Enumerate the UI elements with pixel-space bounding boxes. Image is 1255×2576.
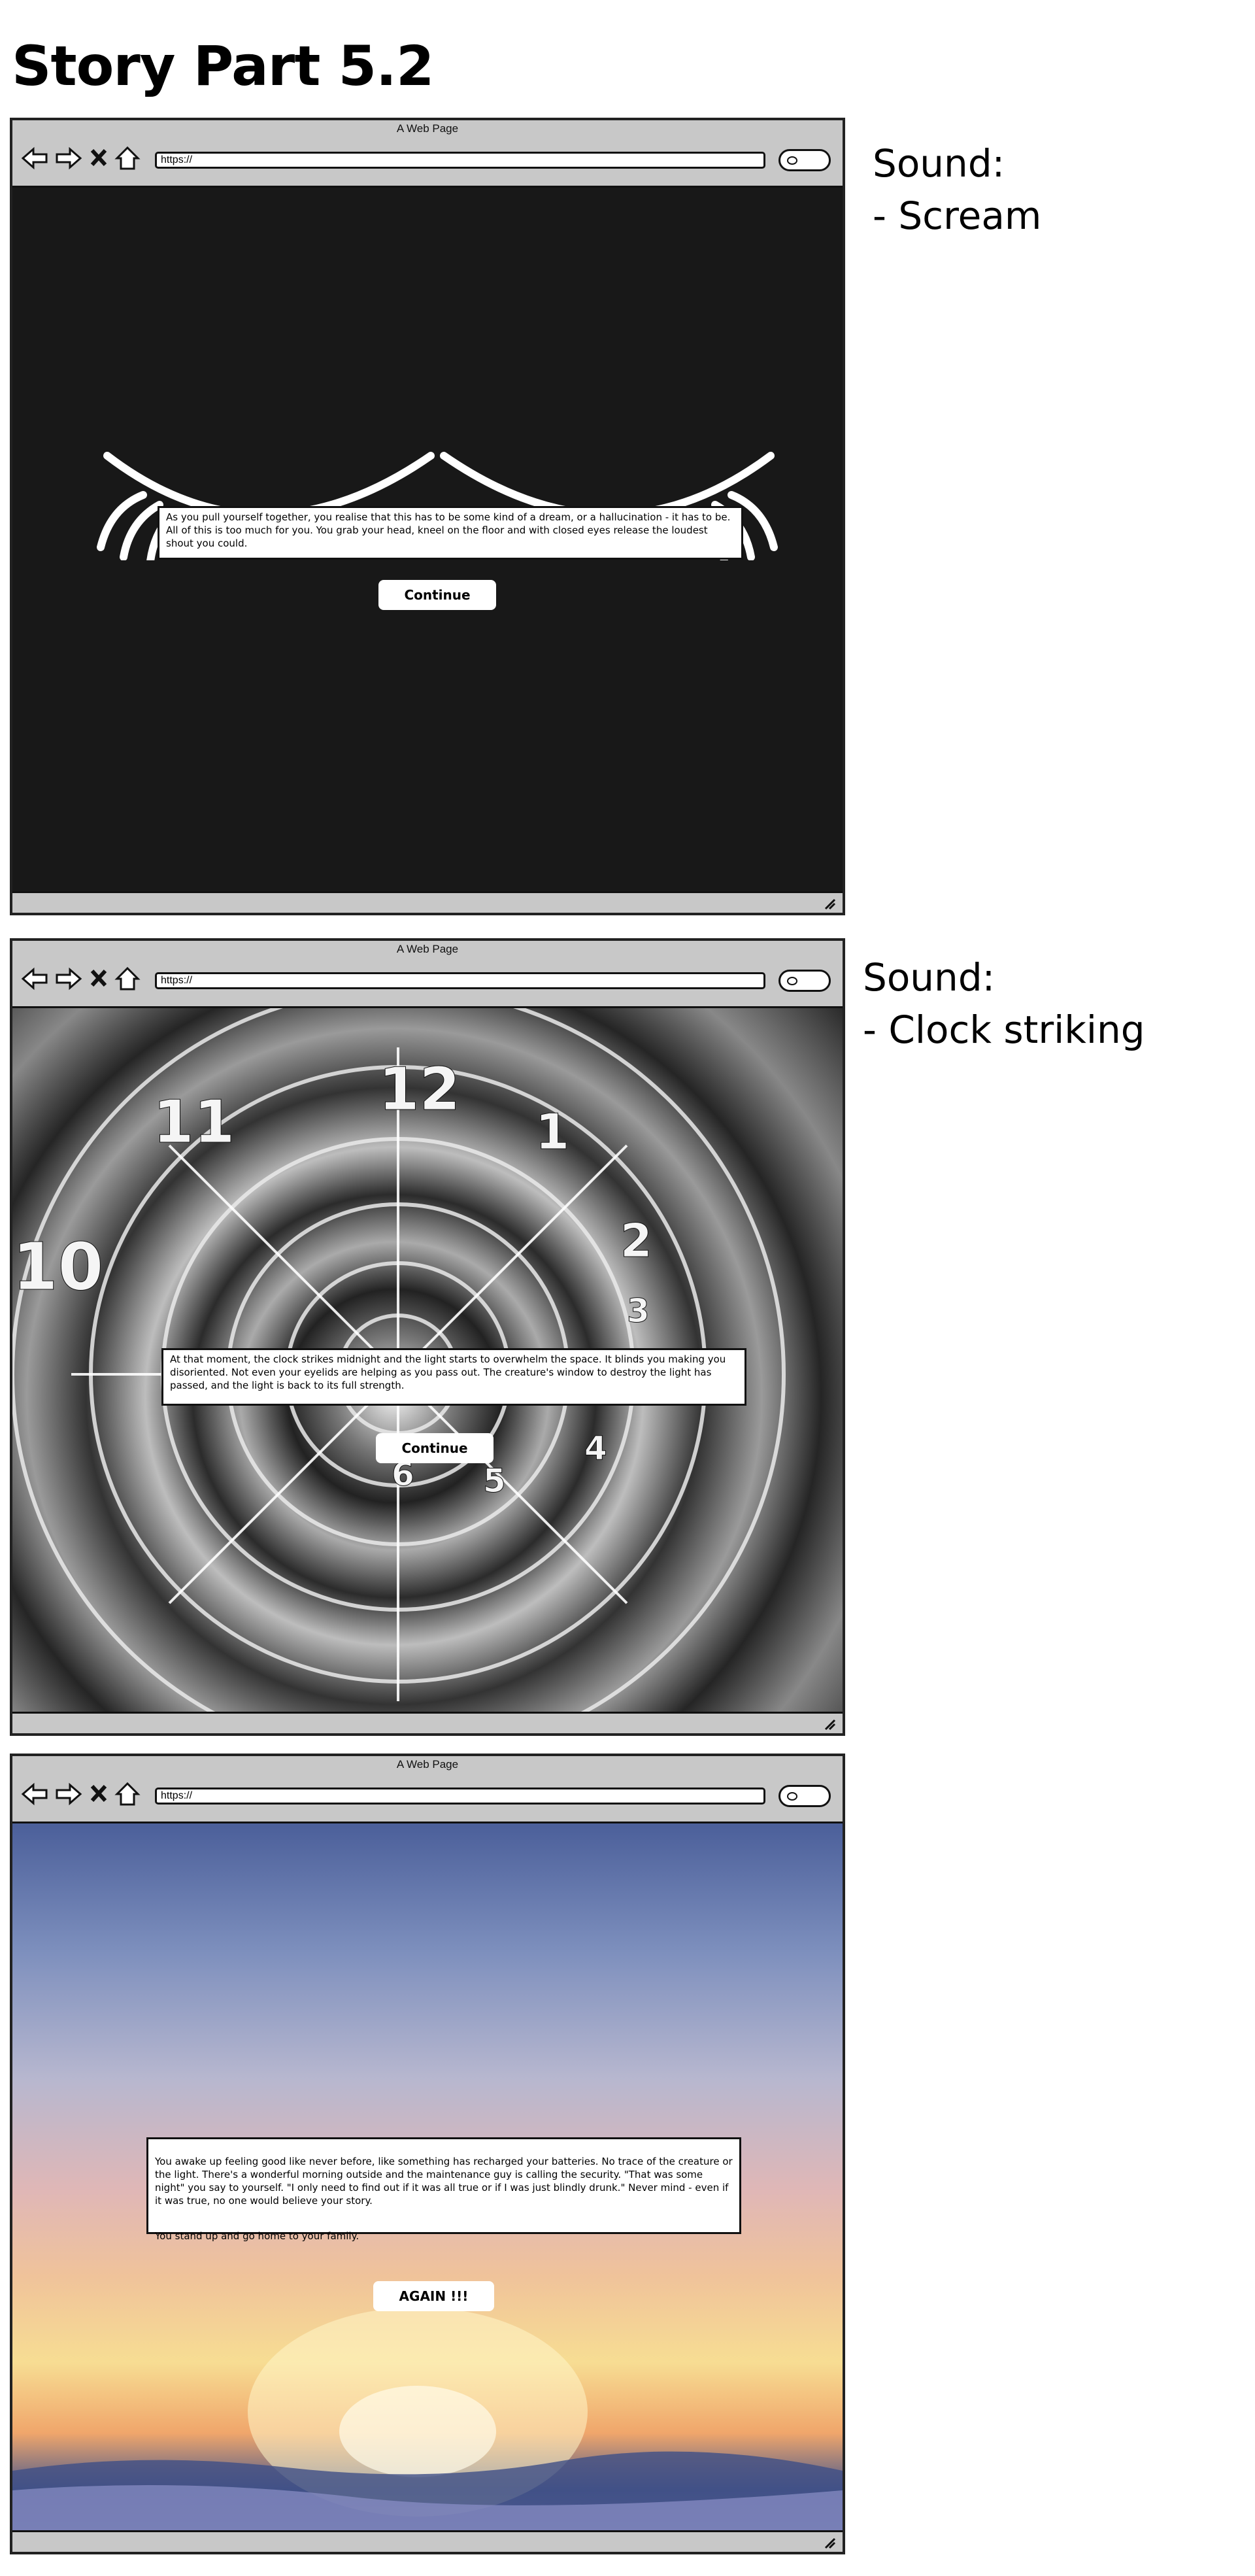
search-icon[interactable] [778,1785,831,1807]
resize-grip-icon[interactable] [823,897,837,910]
back-arrow-icon[interactable] [20,144,49,173]
status-bar [12,1712,843,1733]
url-input[interactable]: https:// [155,972,765,989]
window-title: A Web Page [396,122,459,135]
sound-label: Sound: [873,141,1005,186]
story-text-box: At that moment, the clock strikes midnig… [161,1348,746,1406]
forward-arrow-icon[interactable] [54,144,83,173]
nav-bar: https:// [12,958,843,1004]
clock-numeral: 11 [153,1088,235,1157]
clock-numeral: 2 [620,1214,652,1268]
window-title: A Web Page [396,1758,459,1771]
story-text-box: As you pull yourself together, you reali… [158,506,743,560]
sound-label: Sound: [863,955,996,1000]
close-icon[interactable] [88,144,109,173]
sound-item: - Scream [873,194,1042,238]
clock-numeral: 5 [483,1462,506,1500]
continue-button[interactable]: Continue [378,580,496,610]
nav-bar: https:// [12,137,843,183]
search-icon[interactable] [778,970,831,992]
browser-window-2: A Web Page https:// 12 11 1 2 10 3 4 5 6… [10,938,845,1736]
clock-numeral: 10 [12,1229,103,1305]
url-input[interactable]: https:// [155,1788,765,1805]
clock-numeral: 1 [535,1103,569,1161]
close-icon[interactable] [88,1780,109,1808]
forward-arrow-icon[interactable] [54,964,83,993]
browser-window-3: A Web Page https:// You awake up feeling… [10,1754,845,2554]
clock-numeral: 3 [627,1292,650,1330]
sound-note-1: Sound: - Scream [873,137,1041,242]
browser-window-1: A Web Page https:// As you pull yourself… [10,118,845,915]
scene-closed-eyes: As you pull yourself together, you reali… [12,186,843,893]
sound-item: - Clock striking [863,1008,1145,1052]
story-text-box: You awake up feeling good like never bef… [146,2137,741,2242]
search-icon[interactable] [778,149,831,171]
scene-spiral-clock: 12 11 1 2 10 3 4 5 6 At that moment, the… [12,1006,843,1714]
again-button[interactable]: AGAIN !!! [373,2281,494,2311]
clock-numeral: 12 [378,1055,460,1124]
story-paragraph: You awake up feeling good like never bef… [155,2156,733,2207]
home-icon[interactable] [114,144,141,173]
resize-grip-icon[interactable] [823,2536,837,2549]
close-icon[interactable] [88,964,109,993]
home-icon[interactable] [114,964,141,993]
back-arrow-icon[interactable] [20,1780,49,1808]
resize-grip-icon[interactable] [823,1718,837,1731]
status-bar [12,891,843,913]
home-icon[interactable] [114,1780,141,1808]
continue-button[interactable]: Continue [376,1433,494,1463]
clock-numeral: 4 [584,1429,607,1467]
status-bar [12,2530,843,2552]
nav-bar: https:// [12,1773,843,1819]
back-arrow-icon[interactable] [20,964,49,993]
forward-arrow-icon[interactable] [54,1780,83,1808]
story-paragraph: You stand up and go home to your family. [155,2230,360,2242]
window-title: A Web Page [396,943,459,955]
url-input[interactable]: https:// [155,152,765,169]
sound-note-2: Sound: - Clock striking [863,951,1145,1056]
scene-sunrise-sky: You awake up feeling good like never bef… [12,1822,843,2532]
page-title: Story Part 5.2 [12,34,434,98]
